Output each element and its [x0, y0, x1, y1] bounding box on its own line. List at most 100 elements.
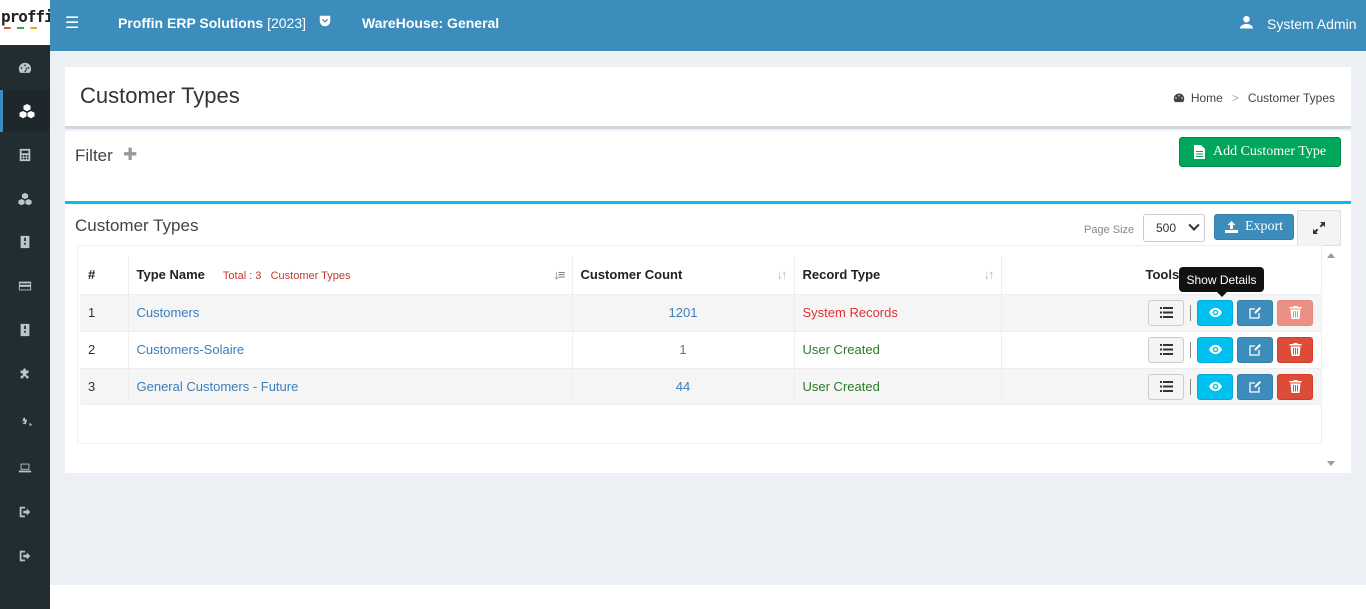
warehouse-label[interactable]: WareHouse: General	[362, 15, 499, 31]
hamburger-menu-icon[interactable]: ☰	[65, 13, 79, 33]
total-count-label: Total : 3 Customer Types	[223, 270, 351, 282]
col-index-header: #	[80, 256, 129, 294]
sidebar-item-system[interactable]	[0, 448, 50, 488]
sort-icon[interactable]: ↓↑	[777, 267, 788, 282]
row-customer-count-link[interactable]: 1201	[572, 293, 795, 331]
page-header-card: Customer Types Home > Customer Types	[65, 67, 1351, 129]
book-icon	[20, 323, 30, 337]
sidebar-item-dashboard[interactable]	[0, 48, 50, 88]
breadcrumb-home[interactable]: Home	[1191, 91, 1223, 105]
show-details-button[interactable]	[1197, 373, 1233, 400]
list-button[interactable]	[1148, 299, 1184, 326]
edit-icon	[1248, 344, 1261, 356]
record-type-label: Record Type	[802, 267, 881, 283]
show-details-button[interactable]	[1197, 336, 1233, 363]
sidebar-item-reports[interactable]	[0, 222, 50, 262]
list-title: Customer Types	[75, 216, 199, 235]
table-row: 3 General Customers - Future 44 User Cre…	[80, 367, 1321, 405]
page-size-label: Page Size	[1084, 224, 1135, 236]
delete-button[interactable]	[1277, 373, 1313, 400]
app-title: Proffin ERP Solutions [2023]	[118, 15, 306, 31]
col-type-name-header[interactable]: Type Name Total : 3 Customer Types ↓≡	[128, 256, 573, 294]
app-logo[interactable]: proffin	[0, 0, 50, 45]
edit-button[interactable]	[1237, 336, 1273, 363]
sidebar-item-inventory[interactable]	[0, 179, 50, 219]
fullscreen-button[interactable]	[1297, 210, 1341, 246]
cogs-icon	[22, 417, 32, 426]
cubes-icon	[18, 192, 32, 206]
show-details-tooltip: Show Details	[1179, 267, 1264, 297]
edit-icon	[1248, 381, 1261, 393]
row-index: 2	[80, 330, 129, 368]
sort-desc-icon[interactable]: ↓≡	[553, 267, 565, 282]
show-details-button[interactable]	[1197, 299, 1233, 326]
delete-button	[1277, 299, 1313, 326]
customer-count-label: Customer Count	[580, 267, 683, 283]
sidebar-item-logout-2[interactable]	[0, 536, 50, 576]
chevron-down-icon	[1188, 219, 1200, 231]
sidebar-item-customers[interactable]	[0, 90, 50, 132]
file-icon	[1193, 145, 1205, 159]
list-button[interactable]	[1148, 336, 1184, 363]
add-customer-type-button[interactable]: Add Customer Type	[1179, 137, 1341, 167]
table-container: # Type Name Total : 3 Customer Types ↓≡ C…	[77, 245, 1322, 444]
eye-icon	[1208, 344, 1222, 355]
page-size-select[interactable]: 500	[1143, 214, 1205, 242]
sidebar-item-payments[interactable]	[0, 266, 50, 306]
row-customer-count-link[interactable]: 1	[572, 330, 795, 368]
upload-icon	[1224, 221, 1238, 233]
sidebar-item-accounts[interactable]	[0, 135, 50, 175]
total-count-value: Total : 3	[222, 270, 262, 283]
list-button[interactable]	[1148, 373, 1184, 400]
sign-out-icon	[19, 506, 31, 518]
row-tools	[1001, 367, 1321, 405]
scroll-up-icon[interactable]	[1327, 253, 1335, 258]
logo-underline	[4, 27, 48, 29]
sidebar-item-modules[interactable]	[0, 354, 50, 394]
row-customer-count-link[interactable]: 44	[572, 367, 795, 405]
sidebar-item-logout-1[interactable]	[0, 492, 50, 532]
breadcrumb-separator: >	[1231, 91, 1239, 105]
col-customer-count-header[interactable]: Customer Count ↓↑	[572, 256, 795, 294]
row-type-name-link[interactable]: Customers	[128, 293, 573, 331]
edit-icon	[1248, 307, 1261, 319]
eye-icon	[1208, 307, 1222, 318]
col-record-type-header[interactable]: Record Type ↓↑	[794, 256, 1002, 294]
row-record-type: User Created	[794, 330, 1002, 368]
tools-divider	[1190, 341, 1191, 358]
user-menu[interactable]: System Admin	[1267, 16, 1356, 32]
list-icon	[1159, 344, 1173, 355]
sidebar-item-documents[interactable]	[0, 310, 50, 350]
sidebar-item-settings[interactable]	[0, 402, 50, 442]
add-customer-type-label: Add Customer Type	[1212, 144, 1327, 159]
dashboard-icon	[18, 62, 32, 73]
vertical-scrollbar[interactable]	[1325, 245, 1337, 475]
user-icon	[1240, 15, 1253, 29]
calculator-icon	[19, 148, 31, 162]
delete-button[interactable]	[1277, 336, 1313, 363]
page-title: Customer Types	[80, 83, 240, 108]
row-tools	[1001, 330, 1321, 368]
row-index: 3	[80, 367, 129, 405]
row-type-name-link[interactable]: Customers-Solaire	[128, 330, 573, 368]
app-year: [2023]	[267, 15, 307, 31]
eye-icon	[1208, 382, 1222, 392]
export-button[interactable]: Export	[1214, 214, 1294, 240]
row-tools	[1001, 293, 1321, 331]
sort-icon[interactable]: ↓↑	[984, 267, 995, 282]
scroll-down-icon[interactable]	[1327, 461, 1335, 466]
customer-types-table: # Type Name Total : 3 Customer Types ↓≡ C…	[80, 256, 1321, 405]
filter-expand-icon[interactable]: ✚	[123, 145, 137, 165]
trash-icon	[1289, 306, 1301, 319]
table-row: 1 Customers 1201 System Records	[80, 293, 1321, 331]
row-type-name-link[interactable]: General Customers - Future	[128, 367, 573, 405]
trash-icon	[1289, 380, 1301, 394]
edit-button[interactable]	[1237, 373, 1273, 400]
table-bottom-divider	[88, 404, 1313, 405]
edit-button[interactable]	[1237, 299, 1273, 326]
col-tools-header: Tools	[1145, 267, 1180, 283]
total-count-suffix: Customer Types	[270, 270, 351, 283]
shield-icon[interactable]	[318, 14, 332, 28]
cubes-icon	[19, 104, 34, 119]
type-name-label: Type Name	[136, 267, 205, 283]
